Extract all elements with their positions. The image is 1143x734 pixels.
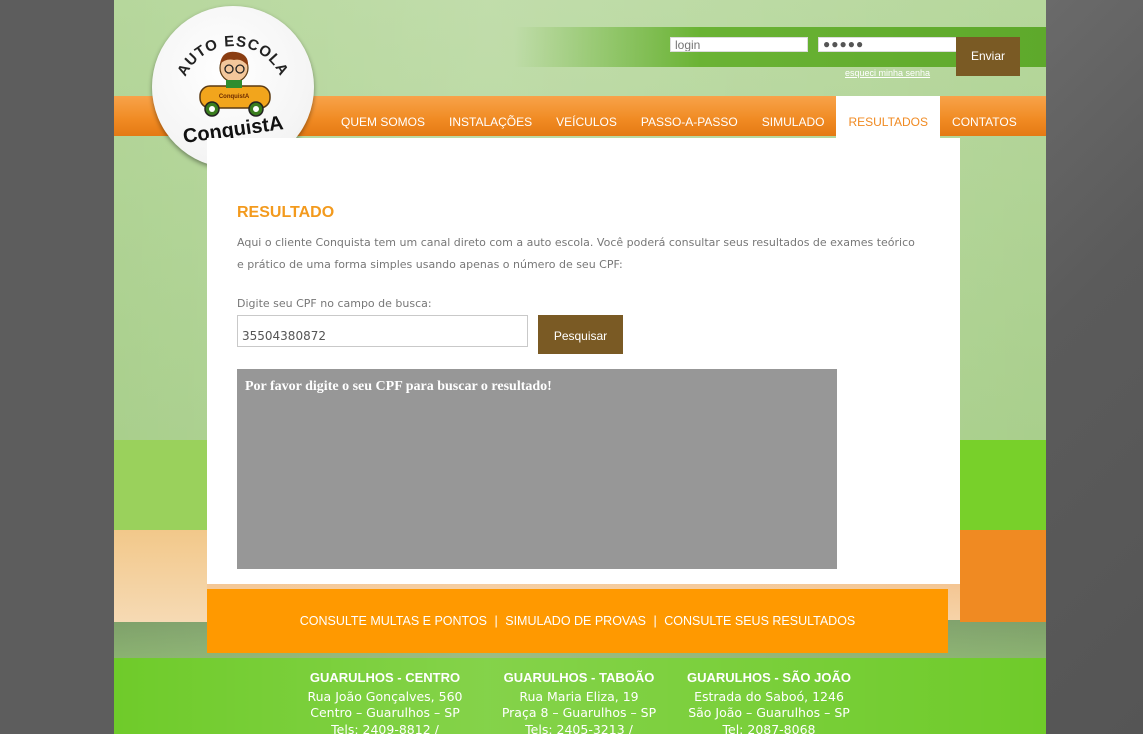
link-simulado-provas[interactable]: SIMULADO DE PROVAS: [505, 614, 646, 628]
decor-stripe: [114, 440, 207, 530]
address-phone: Tels: 2405-3213 /: [525, 721, 633, 734]
link-consulte-multas[interactable]: CONSULTE MULTAS E PONTOS: [300, 614, 487, 628]
nav-item-contatos[interactable]: CONTATOS: [940, 96, 1029, 136]
page-right-background: [1046, 0, 1143, 734]
address-centro: GUARULHOS - CENTRO Rua João Gonçalves, 5…: [300, 670, 470, 734]
result-box: Por favor digite o seu CPF para buscar o…: [237, 369, 837, 569]
decor-stripe: [960, 530, 1046, 622]
login-input[interactable]: [670, 37, 808, 52]
cpf-input[interactable]: 35504380872: [237, 315, 528, 347]
address-taboao: GUARULHOS - TABOÃO Rua Maria Eliza, 19 P…: [489, 670, 669, 734]
page-container: ●●●●● Enviar esqueci minha senha QUEM SO…: [114, 0, 1046, 734]
forgot-password-link[interactable]: esqueci minha senha: [845, 68, 930, 78]
nav-item-resultados[interactable]: RESULTADOS: [836, 96, 941, 138]
address-title: GUARULHOS - SÃO JOÃO: [687, 670, 851, 685]
page-title: RESULTADO: [237, 204, 335, 221]
address-line: Centro – Guarulhos – SP: [310, 705, 460, 720]
logo-car-text: ConquistA: [219, 94, 250, 100]
address-line: Estrada do Saboó, 1246: [694, 688, 844, 704]
send-button[interactable]: Enviar: [956, 37, 1020, 76]
nav-item-veiculos[interactable]: VEÍCULOS: [544, 96, 629, 136]
address-sao-joao: GUARULHOS - SÃO JOÃO Estrada do Saboó, 1…: [679, 670, 859, 734]
link-consulte-resultados[interactable]: CONSULTE SEUS RESULTADOS: [664, 614, 855, 628]
footer-addresses: GUARULHOS - CENTRO Rua João Gonçalves, 5…: [114, 658, 1046, 734]
nav-item-simulado[interactable]: SIMULADO: [750, 96, 837, 136]
result-message: Por favor digite o seu CPF para buscar o…: [245, 379, 552, 394]
nav-item-passo-a-passo[interactable]: PASSO-A-PASSO: [629, 96, 750, 136]
main-nav: QUEM SOMOS INSTALAÇÕES VEÍCULOS PASSO-A-…: [329, 96, 1029, 138]
address-title: GUARULHOS - CENTRO: [309, 670, 461, 685]
address-phone: Tels: 2409-8812 /: [331, 721, 439, 734]
decor-stripe: [960, 440, 1046, 530]
link-separator: |: [653, 614, 657, 628]
address-line: São João – Guarulhos – SP: [688, 705, 850, 720]
main-content: RESULTADO Aqui o cliente Conquista tem u…: [207, 138, 960, 584]
cpf-label: Digite seu CPF no campo de busca:: [237, 297, 432, 310]
address-line: Rua Maria Eliza, 19: [519, 688, 639, 704]
nav-item-quem-somos[interactable]: QUEM SOMOS: [329, 96, 437, 136]
search-button[interactable]: Pesquisar: [538, 315, 623, 354]
address-phone: Tel: 2087-8068: [722, 721, 816, 734]
password-input[interactable]: ●●●●●: [818, 37, 958, 52]
decor-stripe: [114, 530, 207, 622]
intro-text: Aqui o cliente Conquista tem um canal di…: [237, 236, 915, 271]
footer-links-bar: CONSULTE MULTAS E PONTOS | SIMULADO DE P…: [207, 589, 948, 653]
link-separator: |: [494, 614, 498, 628]
nav-item-instalacoes[interactable]: INSTALAÇÕES: [437, 96, 544, 136]
address-title: GUARULHOS - TABOÃO: [503, 670, 655, 685]
address-line: Praça 8 – Guarulhos – SP: [501, 705, 657, 720]
address-line: Rua João Gonçalves, 560: [307, 688, 463, 704]
